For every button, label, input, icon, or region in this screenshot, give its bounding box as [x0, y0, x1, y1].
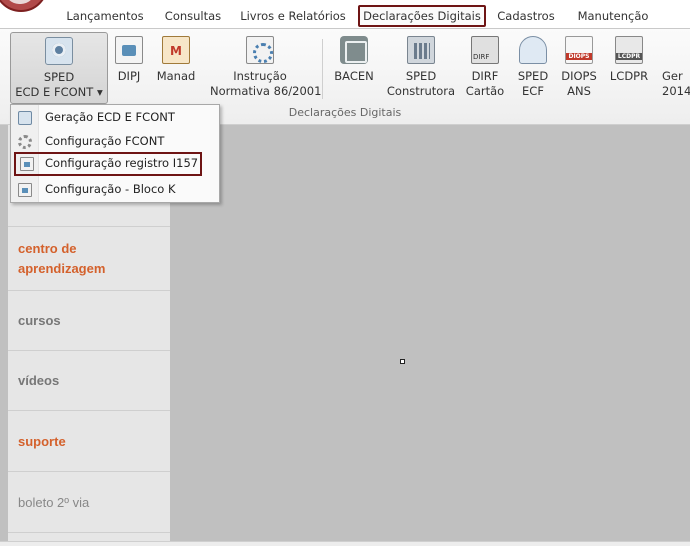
manad-button[interactable]: Manad — [154, 32, 198, 104]
sped-construtora-label1: SPED — [405, 69, 437, 83]
sped-ecd-fcont-button[interactable]: SPED ECD E FCONT ▾ — [10, 32, 108, 104]
sped-dropdown-menu: Geração ECD E FCONT Configuração FCONT C… — [10, 104, 220, 203]
menu-item-label: Configuração - Bloco K — [45, 182, 176, 196]
application-menu-button[interactable] — [0, 0, 48, 12]
dirf-cartao-button[interactable]: DIRF Cartão — [464, 32, 506, 104]
status-bar — [0, 541, 690, 546]
lcdpr-label: LCDPR — [609, 69, 649, 83]
bacen-button[interactable]: BACEN — [332, 32, 376, 104]
ans-label: ANS — [567, 84, 591, 98]
tab-manutencao[interactable]: Manutenção — [574, 5, 652, 27]
menu-item-label: Configuração registro I157 — [45, 156, 199, 170]
ger-2014-button[interactable]: Ger 2014 — [662, 32, 690, 104]
lcdpr-button[interactable]: LCDPR — [608, 32, 650, 104]
bacen-label: BACEN — [334, 69, 374, 83]
diops-icon — [565, 36, 593, 64]
manad-label: Manad — [156, 69, 196, 83]
dirf-icon — [471, 36, 499, 64]
ecd-fcont-label: ECD E FCONT ▾ — [15, 85, 103, 99]
tab-consultas[interactable]: Consultas — [160, 5, 226, 27]
document-icon — [18, 183, 32, 197]
manad-icon — [162, 36, 190, 64]
lcdpr-icon — [615, 36, 643, 64]
sidebar-item-suporte[interactable]: suporte — [8, 410, 170, 471]
instrucao-normativa-button[interactable]: Instrução Normativa 86/2001 — [210, 32, 322, 104]
sped-label: SPED — [43, 70, 75, 84]
dipj-icon — [115, 36, 143, 64]
dipj-button[interactable]: DIPJ — [114, 32, 144, 104]
ger-label: Ger — [662, 69, 683, 83]
dipj-label: DIPJ — [117, 69, 141, 83]
diops-label: DIOPS — [561, 69, 597, 83]
menu-item-configuracao-fcont[interactable]: Configuração FCONT — [11, 130, 219, 154]
sped-ecf-label2: ECF — [522, 84, 544, 98]
sped-icon — [45, 37, 73, 65]
tab-lancamentos[interactable]: Lançamentos — [66, 5, 144, 27]
sidebar-item-label: centro de aprendizagem — [18, 241, 106, 276]
sidebar-item-cursos[interactable]: cursos — [8, 290, 170, 350]
sped-ecf-label1: SPED — [517, 69, 549, 83]
menu-item-label: Configuração FCONT — [45, 134, 165, 148]
instrucao-label: Instrução — [233, 69, 287, 83]
ger-year-label: 2014 — [662, 84, 690, 98]
cartao-label: Cartão — [465, 84, 505, 98]
tab-declaracoes-digitais[interactable]: Declarações Digitais — [358, 5, 486, 27]
sidebar-item-videos[interactable]: vídeos — [8, 350, 170, 410]
document-icon — [20, 157, 34, 171]
menu-item-label: Geração ECD E FCONT — [45, 110, 175, 124]
ribbon-tab-bar: Lançamentos Consultas Livros e Relatório… — [0, 0, 690, 29]
ribbon-separator — [322, 39, 323, 99]
bacen-icon — [340, 36, 368, 64]
construtora-icon — [407, 36, 435, 64]
tab-cadastros[interactable]: Cadastros — [496, 5, 556, 27]
sidebar-item-centro-aprendizagem[interactable]: centro de aprendizagem — [8, 226, 170, 290]
menu-item-geracao-ecd-fcont[interactable]: Geração ECD E FCONT — [11, 106, 219, 130]
menu-item-configuracao-bloco-k[interactable]: Configuração - Bloco K — [11, 178, 219, 202]
normativa-label: Normativa 86/2001 — [210, 84, 322, 98]
ecf-icon — [519, 36, 547, 64]
instrucao-icon — [246, 36, 274, 64]
sped-construtora-button[interactable]: SPED Construtora — [386, 32, 456, 104]
sped-construtora-label2: Construtora — [386, 84, 456, 98]
tab-livros-relatorios[interactable]: Livros e Relatórios — [240, 5, 346, 27]
gear-icon — [18, 135, 32, 149]
diops-ans-button[interactable]: DIOPS ANS — [558, 32, 600, 104]
sped-ecf-button[interactable]: SPED ECF — [514, 32, 552, 104]
sidebar-item-boleto[interactable]: boleto 2º via — [8, 471, 170, 532]
dirf-label: DIRF — [471, 69, 499, 83]
workspace-area — [170, 125, 690, 546]
app-orb-icon — [5, 0, 35, 4]
sped-icon — [18, 111, 32, 125]
resize-handle[interactable] — [400, 359, 405, 364]
menu-item-configuracao-registro-i157[interactable]: Configuração registro I157 — [14, 152, 202, 176]
